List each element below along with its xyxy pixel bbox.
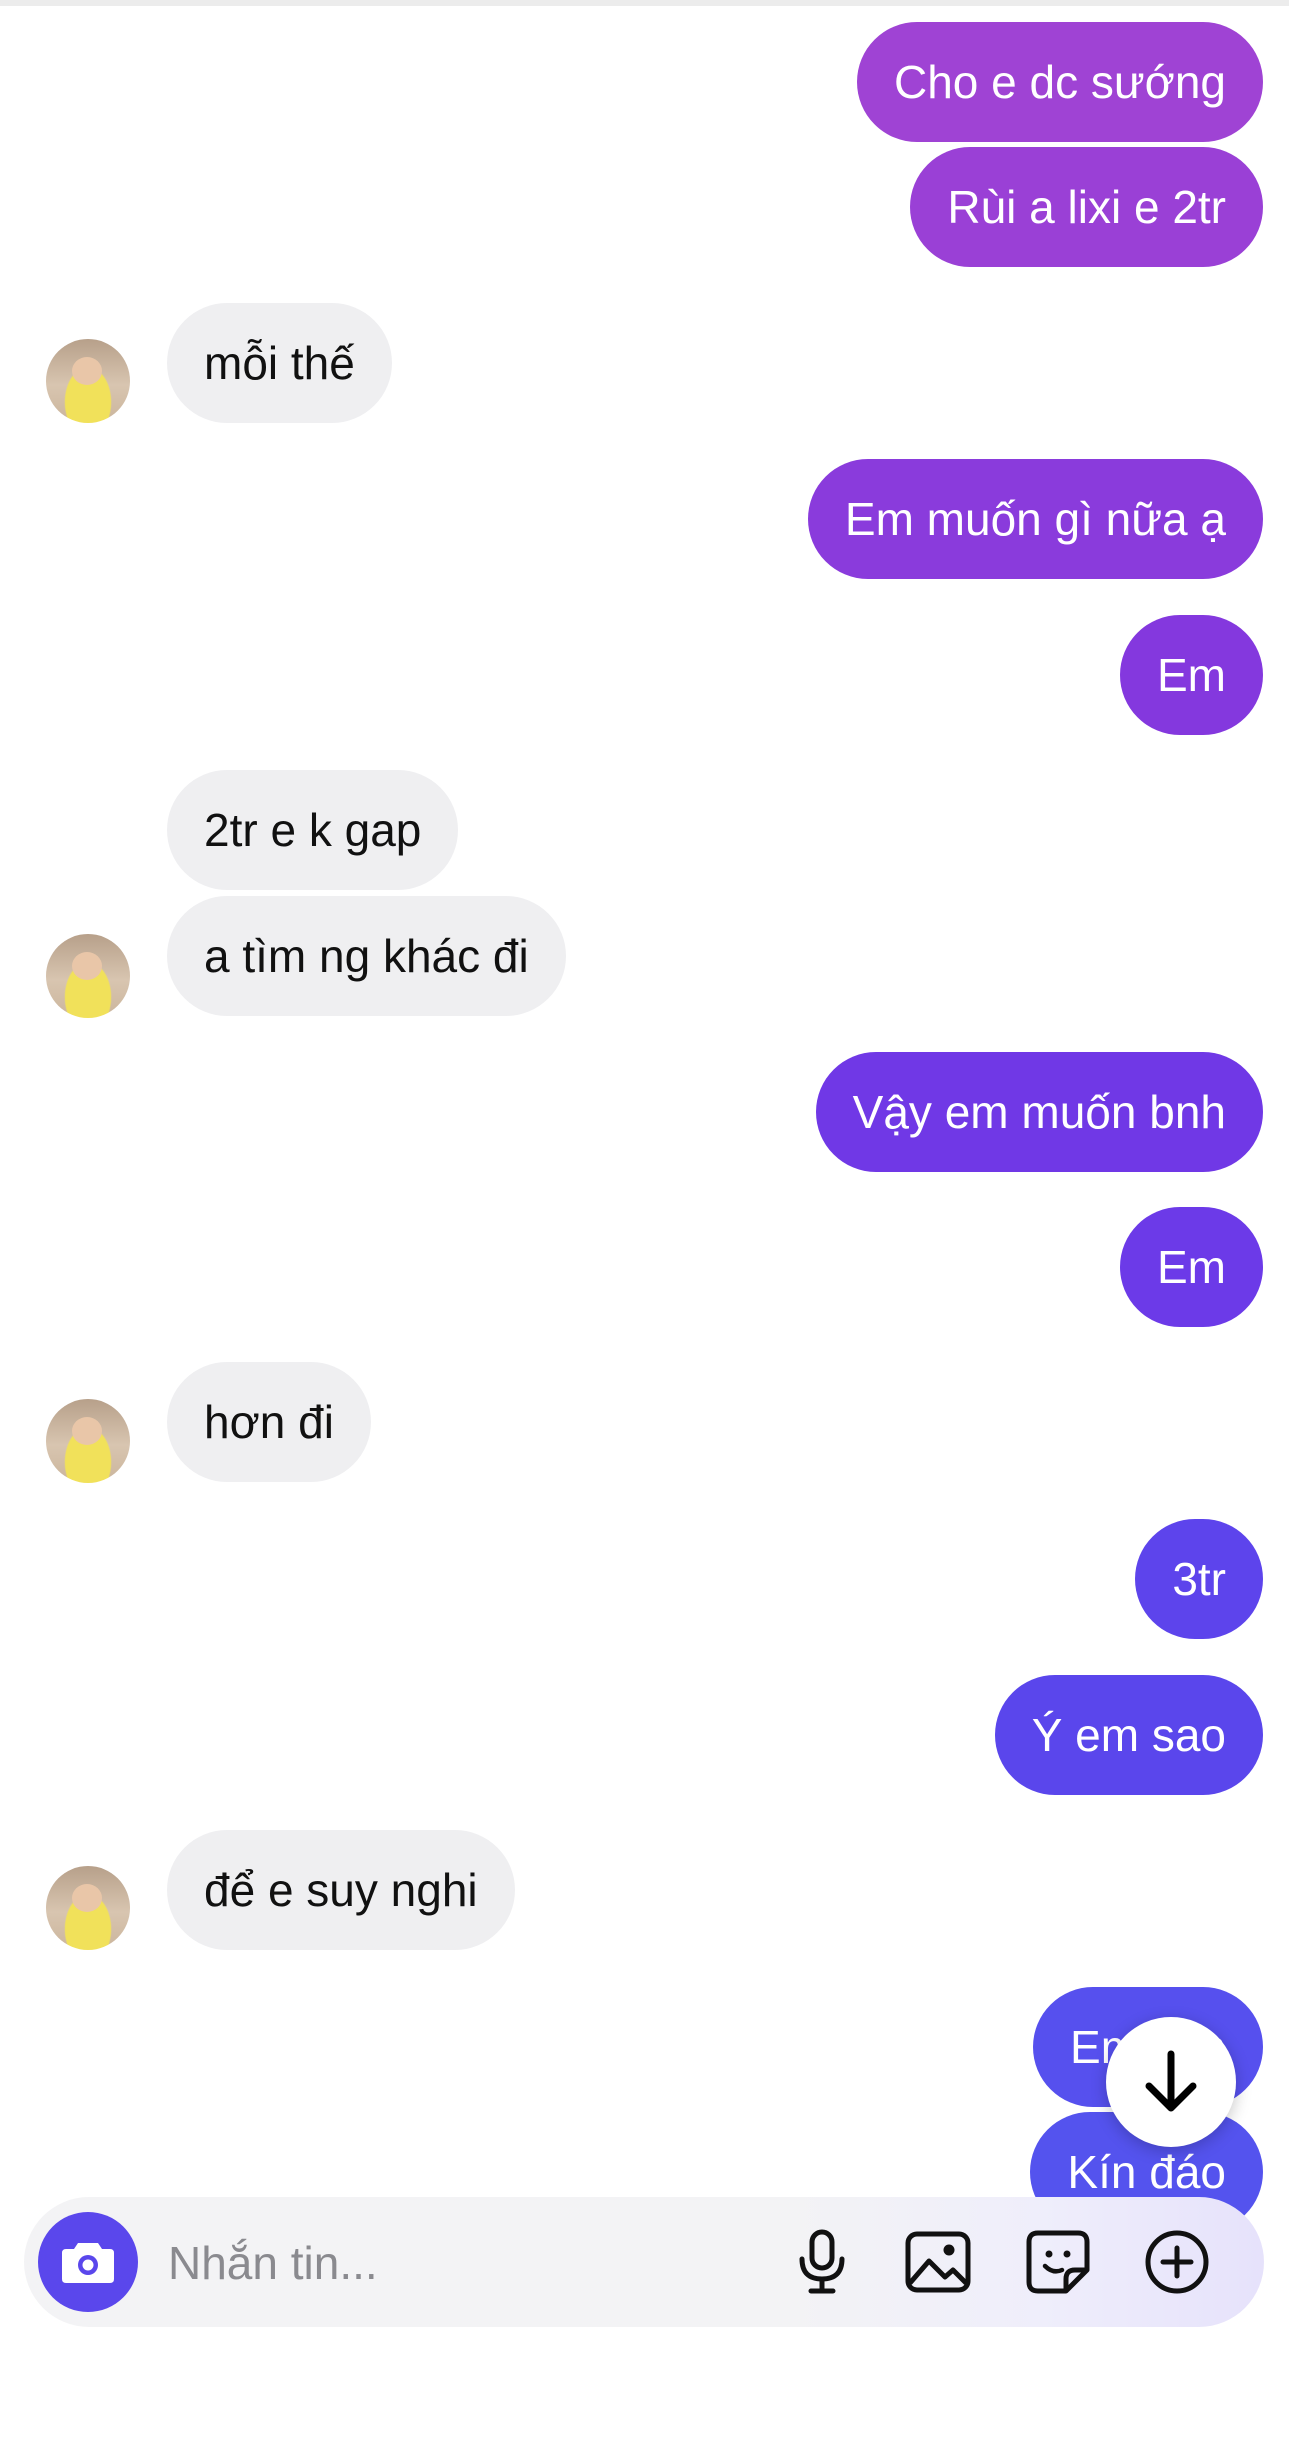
message-bubble-received[interactable]: để e suy nghi [167, 1830, 515, 1950]
contact-avatar[interactable] [46, 934, 130, 1018]
message-bubble-sent[interactable]: Em muốn gì nữa ạ [807, 459, 1263, 579]
message-bubble-received[interactable]: mỗi thế [167, 303, 392, 423]
more-options-button[interactable] [1143, 2228, 1211, 2296]
contact-avatar[interactable] [46, 1866, 130, 1950]
voice-message-button[interactable] [788, 2228, 856, 2296]
microphone-icon [799, 2229, 845, 2294]
gallery-button[interactable] [904, 2228, 972, 2296]
message-bubble-sent[interactable]: Rùi a lixi e 2tr [910, 147, 1263, 267]
camera-button[interactable] [38, 2212, 138, 2312]
sticker-icon [1026, 2230, 1090, 2294]
message-bubble-received[interactable]: a tìm ng khác đi [167, 896, 566, 1016]
contact-avatar[interactable] [46, 339, 130, 423]
message-bubble-sent[interactable]: Ý em sao [994, 1675, 1263, 1795]
message-bubble-sent[interactable]: Cho e dc sướng [856, 22, 1263, 142]
message-input[interactable] [166, 2227, 630, 2299]
message-bubble-sent[interactable]: Vậy em muốn bnh [815, 1052, 1263, 1172]
arrow-down-icon [1145, 2050, 1197, 2112]
message-bubble-received[interactable]: hơn đi [167, 1362, 371, 1482]
scroll-to-bottom-button[interactable] [1106, 2017, 1236, 2147]
message-bubble-sent[interactable]: Em [1120, 1207, 1263, 1327]
plus-circle-icon [1145, 2230, 1209, 2294]
image-icon [905, 2231, 971, 2293]
message-composer [24, 2197, 1264, 2327]
message-list[interactable]: Cho e dc sướng Rùi a lixi e 2tr mỗi thế … [0, 0, 1289, 2220]
sticker-button[interactable] [1024, 2228, 1092, 2296]
contact-avatar[interactable] [46, 1399, 130, 1483]
message-bubble-sent[interactable]: 3tr [1135, 1519, 1263, 1639]
camera-icon [62, 2243, 114, 2283]
message-bubble-received[interactable]: 2tr e k gap [167, 770, 459, 890]
message-bubble-sent[interactable]: Em [1120, 615, 1263, 735]
